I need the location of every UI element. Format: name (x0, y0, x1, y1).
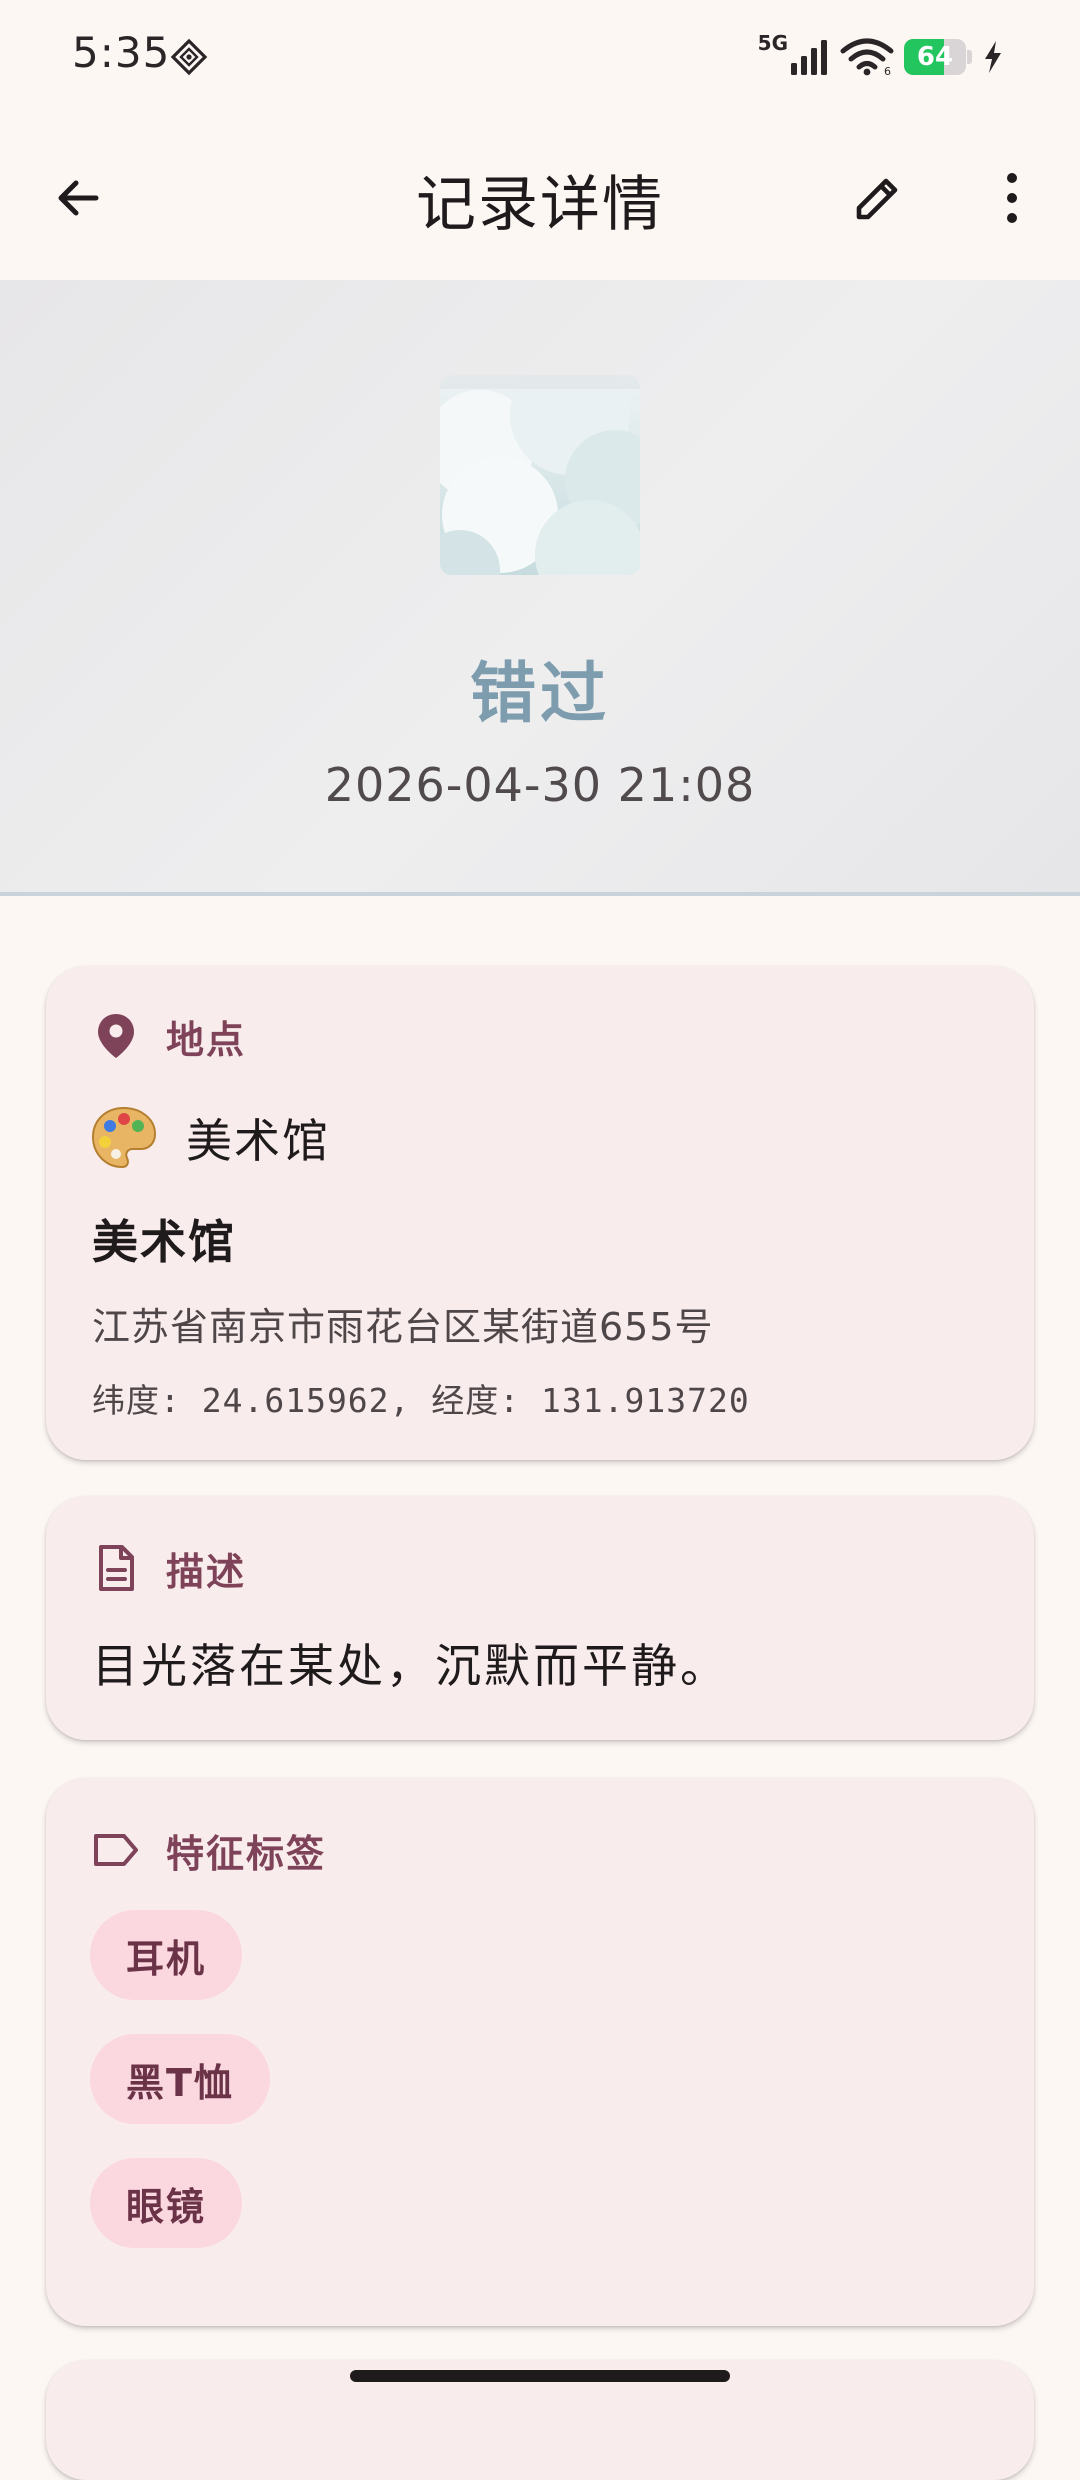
document-icon (92, 1544, 140, 1592)
edit-button[interactable] (838, 158, 918, 238)
charging-bolt-icon (985, 41, 1001, 73)
location-card: 地点 美术馆 美术馆 江苏省南京市雨花台区某街道655号 纬度: 24.6159… (46, 966, 1034, 1460)
description-label: 描述 (166, 1549, 247, 1594)
tag-chip[interactable]: 黑T恤 (90, 2034, 270, 2124)
nfc-icon (170, 38, 208, 76)
status-time: 5:35 (72, 28, 171, 77)
description-text: 目光落在某处，沉默而平静。 (92, 1639, 729, 1693)
location-category: 美术馆 (186, 1114, 330, 1168)
tag-chip[interactable]: 耳机 (90, 1910, 243, 2000)
clouds-image (440, 375, 640, 575)
location-card-header: 地点 (92, 1006, 246, 1066)
record-datetime: 2026-04-30 21:08 (324, 758, 756, 812)
description-card: 描述 目光落在某处，沉默而平静。 (46, 1496, 1034, 1740)
status-bar: 5:35 5G 6 64 (0, 0, 1080, 118)
location-coordinates: 纬度: 24.615962, 经度: 131.913720 (92, 1381, 750, 1420)
more-vert-icon (1007, 173, 1017, 223)
more-options-button[interactable] (972, 158, 1052, 238)
location-name: 美术馆 (92, 1215, 236, 1269)
location-address: 江苏省南京市雨花台区某街道655号 (92, 1305, 714, 1349)
record-title: 错过 (470, 655, 610, 732)
artist-palette-icon (91, 1106, 157, 1169)
svg-text:6: 6 (884, 65, 891, 76)
status-icons: 5G 6 64 (757, 31, 1004, 82)
location-label: 地点 (166, 1017, 247, 1062)
wifi-icon: 6 (840, 38, 894, 76)
tags-card-header: 特征标签 (92, 1820, 326, 1880)
battery-level: 64 (916, 42, 954, 72)
location-category-row: 美术馆 (90, 1104, 330, 1172)
signal-icon (791, 40, 827, 75)
pencil-icon (856, 178, 898, 220)
page-title: 记录详情 (416, 170, 664, 240)
gesture-navigation-bar[interactable] (350, 2370, 730, 2382)
tags-label: 特征标签 (166, 1831, 327, 1876)
label-icon (92, 1826, 140, 1874)
network-type: 5G (757, 31, 788, 55)
tag-chip[interactable]: 眼镜 (90, 2158, 243, 2248)
location-pin-icon (92, 1012, 140, 1060)
tags-card: 特征标签 耳机 黑T恤 眼镜 (46, 1778, 1034, 2326)
description-card-header: 描述 (92, 1538, 246, 1598)
app-bar: 记录详情 (0, 118, 1080, 280)
battery-indicator: 64 (904, 39, 972, 75)
record-header: 错过 2026-04-30 21:08 (0, 280, 1080, 896)
